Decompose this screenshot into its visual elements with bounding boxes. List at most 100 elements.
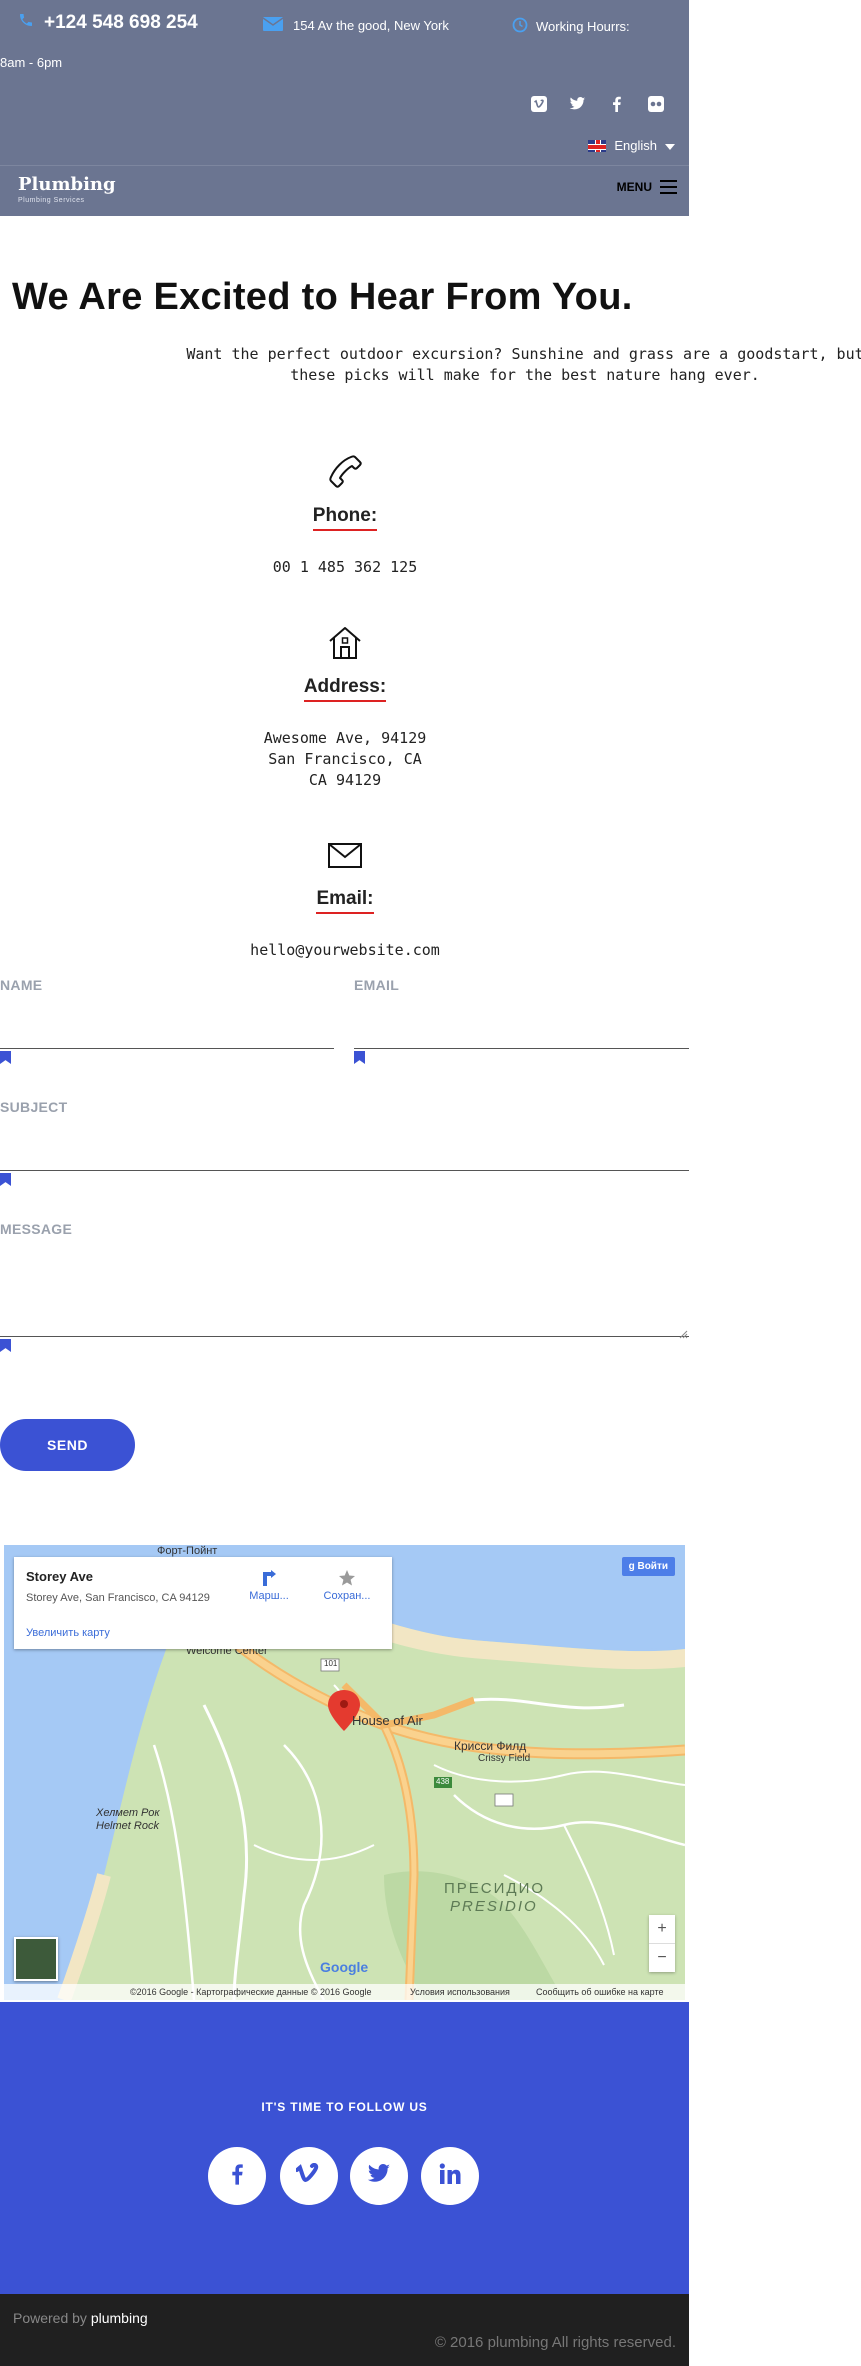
map-label-fort-point: Форт-Пойнт	[157, 1545, 218, 1557]
map-label-house-of-air: House of Air	[352, 1713, 423, 1728]
name-field-label: NAME	[0, 977, 43, 993]
address-label: Address:	[303, 676, 387, 702]
map-save-label: Сохран...	[323, 1590, 371, 1602]
directions-icon	[239, 1569, 299, 1590]
follow-facebook-button[interactable]	[208, 2147, 266, 2205]
powered-by-brand-link[interactable]: plumbing	[91, 2310, 148, 2326]
contact-phone-block: Phone: 00 1 485 362 125	[225, 453, 465, 578]
linkedin-icon	[439, 2162, 461, 2190]
map-directions-label: Марш...	[249, 1590, 289, 1602]
header-phone[interactable]: +124 548 698 254	[18, 12, 198, 34]
phone-label: Phone:	[312, 505, 378, 531]
twitter-icon	[367, 2163, 391, 2189]
follow-linkedin-button[interactable]	[421, 2147, 479, 2205]
language-selector[interactable]: English	[588, 138, 675, 153]
flickr-icon[interactable]	[646, 94, 665, 113]
site-footer: Powered by plumbing © 2016 plumbing All …	[0, 2294, 689, 2366]
top-bar: +124 548 698 254 154 Av the good, New Yo…	[0, 0, 689, 165]
powered-by-prefix: Powered by	[13, 2310, 87, 2326]
map-signin-button[interactable]: g Войти	[621, 1557, 675, 1576]
map-zoom-out-button[interactable]: −	[649, 1943, 675, 1972]
header-hours-label: Working Hourrs:	[536, 19, 630, 34]
map-satellite-toggle[interactable]	[14, 1937, 58, 1981]
bookmark-icon	[354, 1051, 365, 1064]
address-line-2: San Francisco, CA	[268, 750, 422, 768]
map-label-helmet-rock-ru: Хелмет Рок	[96, 1807, 160, 1819]
vimeo-icon[interactable]	[529, 94, 548, 113]
address-line-1: Awesome Ave, 94129	[263, 729, 427, 747]
email-input[interactable]	[354, 1000, 689, 1048]
map-signin-label: Войти	[637, 1561, 668, 1572]
header-hours-value: 8am - 6pm	[0, 55, 63, 70]
map-label-crissy-field: Crissy Field	[478, 1753, 531, 1764]
uk-flag-icon	[588, 139, 607, 152]
phone-value[interactable]: 00 1 485 362 125	[225, 557, 465, 578]
twitter-icon[interactable]	[568, 94, 587, 113]
site-logo[interactable]: Plumbing	[18, 174, 116, 195]
language-label: English	[614, 138, 657, 153]
map-save-button[interactable]: Сохран...	[317, 1569, 377, 1602]
follow-vimeo-button[interactable]	[280, 2147, 338, 2205]
hamburger-icon	[660, 180, 677, 194]
map-report-link[interactable]: Сообщить об ошибке на карте	[536, 1984, 663, 2000]
address-line-3: CA 94129	[308, 771, 382, 789]
contact-address-block: Address: Awesome Ave, 94129 San Francisc…	[225, 624, 465, 791]
caret-down-icon	[665, 138, 675, 153]
header-social-links	[529, 94, 665, 113]
email-field-label: EMAIL	[354, 977, 400, 993]
follow-section: IT'S TIME TO FOLLOW US	[0, 2002, 689, 2294]
map-label-helmet-rock: Helmet Rock	[96, 1820, 159, 1832]
map-place-title: Storey Ave	[26, 1569, 93, 1584]
subject-input[interactable]	[0, 1122, 689, 1170]
map-directions-button[interactable]: Марш...	[239, 1569, 299, 1602]
header-phone-text: +124 548 698 254	[44, 12, 198, 33]
map-terms-link[interactable]: Условия использования	[410, 1984, 510, 2000]
name-input[interactable]	[0, 1000, 334, 1048]
address-value: Awesome Ave, 94129 San Francisco, CA CA …	[225, 728, 465, 791]
send-button[interactable]: SEND	[0, 1419, 135, 1471]
header-address-text: 154 Av the good, New York	[293, 18, 449, 33]
email-value[interactable]: hello@yourwebsite.com	[225, 940, 465, 961]
map-zoom-in-button[interactable]: +	[649, 1915, 675, 1943]
follow-twitter-button[interactable]	[350, 2147, 408, 2205]
email-label: Email:	[316, 888, 374, 914]
map-enlarge-link[interactable]: Увеличить карту	[26, 1627, 110, 1639]
page-title: We Are Excited to Hear From You.	[12, 276, 633, 318]
map-label-presidio: PRESIDIO	[450, 1898, 538, 1915]
phone-icon	[18, 12, 34, 34]
message-textarea[interactable]	[0, 1244, 689, 1336]
vimeo-icon	[295, 2162, 322, 2190]
header-hours: Working Hourrs:	[512, 17, 630, 36]
message-field-label: MESSAGE	[0, 1221, 73, 1237]
google-map[interactable]: Форт-Пойнт Welcome Center House of Air К…	[4, 1545, 685, 2000]
map-copyright: ©2016 Google - Картографические данные ©…	[130, 1987, 372, 1997]
envelope-icon	[262, 17, 284, 34]
page-intro: Want the perfect outdoor excursion? Suns…	[186, 345, 861, 384]
map-attribution-bar: ©2016 Google - Картографические данные ©…	[4, 1984, 685, 2000]
map-label-route-101: 101	[324, 1659, 338, 1668]
header-address: 154 Av the good, New York	[262, 17, 449, 34]
subject-input-underline	[0, 1170, 689, 1171]
mail-icon	[326, 836, 364, 874]
map-place-card: Storey Ave Storey Ave, San Francisco, CA…	[14, 1557, 392, 1649]
bookmark-icon	[0, 1339, 11, 1352]
map-place-address: Storey Ave, San Francisco, CA 94129	[26, 1592, 210, 1604]
facebook-icon	[231, 2163, 243, 2190]
follow-title: IT'S TIME TO FOLLOW US	[261, 2100, 428, 2114]
email-input-underline	[354, 1048, 689, 1049]
menu-toggle[interactable]: MENU	[617, 180, 677, 194]
map-zoom-controls: + −	[649, 1915, 675, 1972]
subject-field-label: SUBJECT	[0, 1099, 68, 1115]
google-logo: Google	[320, 1959, 369, 1975]
map-label-crissy-field-ru: Крисси Филд	[454, 1739, 527, 1753]
bookmark-icon	[0, 1051, 11, 1064]
main-navbar: Plumbing Plumbing Services MENU	[0, 165, 689, 216]
map-label-presidio-ru: ПРЕСИДИО	[444, 1880, 546, 1897]
message-textarea-underline	[0, 1336, 689, 1337]
facebook-icon[interactable]	[607, 94, 626, 113]
resize-handle-icon[interactable]	[679, 1326, 688, 1344]
star-icon	[317, 1569, 377, 1590]
bookmark-icon	[0, 1173, 11, 1186]
footer-copyright: © 2016 plumbing All rights reserved.	[434, 2334, 676, 2351]
site-logo-tagline: Plumbing Services	[18, 197, 85, 204]
